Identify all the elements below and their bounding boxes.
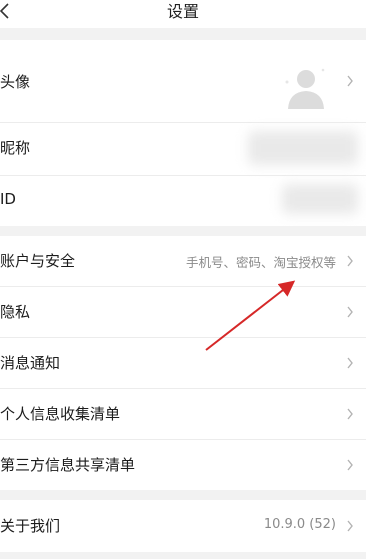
account-security-label: 账户与安全 bbox=[0, 252, 76, 270]
default-avatar-icon bbox=[285, 68, 325, 109]
nickname-row[interactable]: 昵称 bbox=[0, 123, 366, 175]
notifications-label: 消息通知 bbox=[0, 354, 61, 372]
personal-info-list-row[interactable]: 个人信息收集清单 bbox=[0, 389, 366, 439]
personal-info-list-label: 个人信息收集清单 bbox=[0, 405, 121, 423]
profile-group: 头像 昵称 ID bbox=[0, 40, 366, 226]
notifications-row[interactable]: 消息通知 bbox=[0, 338, 366, 388]
blurred-id bbox=[282, 184, 358, 214]
chevron-right-icon bbox=[347, 408, 353, 420]
page-title: 设置 bbox=[166, 2, 199, 21]
version-text: 10.9.0 (52) bbox=[263, 517, 336, 532]
privacy-row[interactable]: 隐私 bbox=[0, 287, 366, 337]
chevron-right-icon bbox=[347, 357, 353, 369]
about-group: 关于我们 10.9.0 (52) bbox=[0, 500, 366, 552]
about-label: 关于我们 bbox=[0, 517, 61, 535]
account-group: 账户与安全 手机号、密码、淘宝授权等 隐私 消息通知 个人信息收集清单 第三方信… bbox=[0, 236, 366, 490]
third-party-sharing-label: 第三方信息共享清单 bbox=[0, 456, 136, 474]
chevron-right-icon bbox=[347, 255, 353, 267]
avatar-label: 头像 bbox=[0, 73, 31, 91]
chevron-right-icon bbox=[347, 520, 353, 532]
settings-page: 设置 头像 昵称 ID 账户与安全 手机号、密码、淘宝授权等 隐私 消息通知 个… bbox=[0, 0, 366, 559]
navigation-bar: 设置 bbox=[0, 0, 366, 28]
account-security-hint: 手机号、密码、淘宝授权等 bbox=[185, 255, 336, 270]
avatar-row[interactable]: 头像 bbox=[0, 40, 366, 122]
chevron-right-icon bbox=[347, 459, 353, 471]
privacy-label: 隐私 bbox=[0, 303, 31, 321]
id-label: ID bbox=[0, 190, 16, 208]
about-row[interactable]: 关于我们 10.9.0 (52) bbox=[0, 500, 366, 552]
blurred-nickname bbox=[248, 131, 358, 165]
id-row[interactable]: ID bbox=[0, 176, 366, 226]
chevron-right-icon bbox=[347, 306, 353, 318]
nickname-label: 昵称 bbox=[0, 139, 31, 157]
account-security-row[interactable]: 账户与安全 手机号、密码、淘宝授权等 bbox=[0, 236, 366, 286]
third-party-sharing-row[interactable]: 第三方信息共享清单 bbox=[0, 440, 366, 490]
chevron-right-icon bbox=[347, 75, 353, 87]
